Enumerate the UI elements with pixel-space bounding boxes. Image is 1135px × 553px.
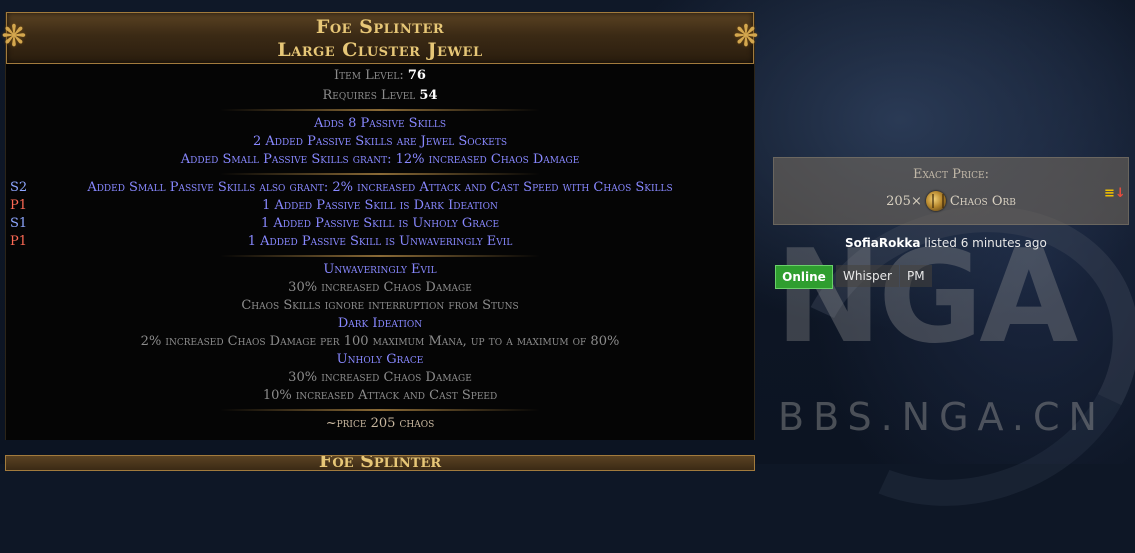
item-level-label: Item Level: bbox=[334, 68, 404, 83]
implicit-mod: Added Small Passive Skills grant: 12% in… bbox=[180, 152, 580, 167]
price-label: Exact Price: bbox=[912, 167, 989, 182]
explicit-mod: 1 Added Passive Skill is Unholy Grace bbox=[260, 216, 500, 231]
item-tooltip: ❋ ❋ Foe Splinter Large Cluster Jewel Ite… bbox=[1, 12, 759, 440]
item-base-type: Large Cluster Jewel bbox=[277, 39, 483, 61]
pm-button[interactable]: PM bbox=[900, 265, 932, 287]
notable-line: 30% increased Chaos Damage bbox=[288, 280, 472, 295]
notable-line: Chaos Skills ignore interruption from St… bbox=[241, 298, 519, 313]
separator bbox=[220, 109, 540, 111]
item-name: Foe Splinter bbox=[315, 16, 445, 38]
watermark-url: BBS.NGA.CN bbox=[778, 395, 1106, 439]
whisper-button[interactable]: Whisper bbox=[836, 265, 899, 287]
requires-level-value: 54 bbox=[419, 88, 438, 103]
sort-desc-icon[interactable]: ≡↓ bbox=[1104, 186, 1126, 202]
next-item-name: Foe Splinter bbox=[318, 455, 442, 471]
explicit-mod: 1 Added Passive Skill is Dark Ideation bbox=[262, 198, 498, 213]
notable-name: Unwaveringly Evil bbox=[323, 262, 437, 277]
explicit-mod: Added Small Passive Skills also grant: 2… bbox=[87, 180, 673, 195]
item-header: ❋ ❋ Foe Splinter Large Cluster Jewel bbox=[1, 12, 759, 64]
price-value: 205× Chaos Orb bbox=[774, 191, 1128, 211]
item-level-value: 76 bbox=[407, 68, 426, 83]
online-status-badge: Online bbox=[775, 265, 833, 289]
item-note: ~price 205 chaos bbox=[325, 416, 435, 431]
price-box: Exact Price: 205× Chaos Orb ≡↓ bbox=[773, 157, 1129, 225]
separator bbox=[220, 409, 540, 411]
separator bbox=[220, 255, 540, 257]
notable-line: 30% increased Chaos Damage bbox=[288, 370, 472, 385]
notable-line: 10% increased Attack and Cast Speed bbox=[262, 388, 498, 403]
notable-name: Unholy Grace bbox=[336, 352, 424, 367]
implicit-mod: 2 Added Passive Skills are Jewel Sockets bbox=[252, 134, 508, 149]
seller-account[interactable]: SofiaRokka bbox=[845, 236, 920, 250]
listing-info: SofiaRokka listed 6 minutes ago bbox=[845, 236, 1047, 250]
item-level-row: Item Level: 76 bbox=[6, 67, 754, 84]
next-item-header: Foe Splinter bbox=[5, 455, 755, 471]
requires-level-label: Requires Level bbox=[322, 88, 416, 103]
notable-name: Dark Ideation bbox=[337, 316, 423, 331]
explicit-mod: 1 Added Passive Skill is Unwaveringly Ev… bbox=[247, 234, 513, 249]
price-currency: Chaos Orb bbox=[949, 193, 1016, 209]
notable-line: 2% increased Chaos Damage per 100 maximu… bbox=[140, 334, 620, 349]
listed-time: listed 6 minutes ago bbox=[924, 236, 1047, 250]
price-amount: 205× bbox=[886, 193, 922, 209]
requires-level-row: Requires Level 54 bbox=[6, 87, 754, 104]
implicit-mod: Adds 8 Passive Skills bbox=[313, 116, 446, 131]
chaos-orb-icon bbox=[925, 191, 946, 211]
separator bbox=[220, 173, 540, 175]
